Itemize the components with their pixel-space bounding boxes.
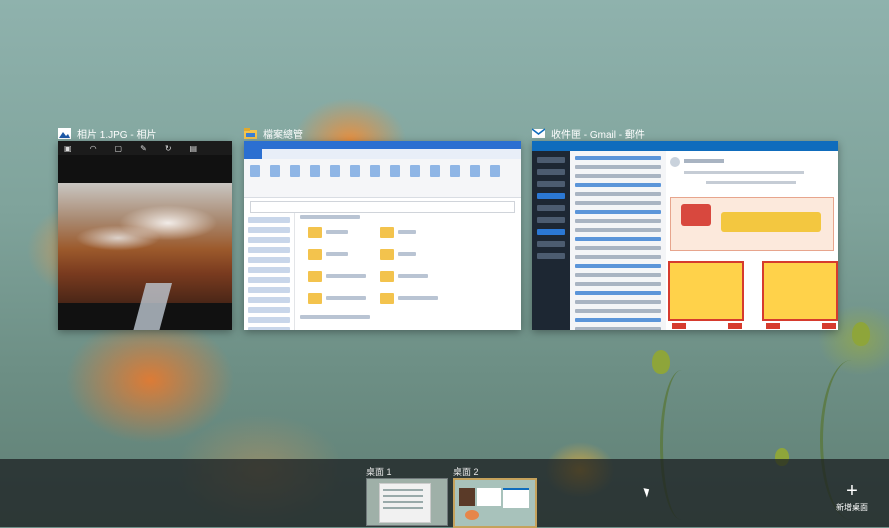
window-title-mail[interactable]: 收件匣 - Gmail - 郵件 (532, 125, 645, 141)
window-thumbnail-explorer[interactable] (244, 141, 521, 330)
mail-nav-pane (532, 151, 570, 330)
explorer-ribbon (244, 159, 521, 198)
photos-icon (58, 127, 71, 139)
delete-icon: ▤ (189, 143, 198, 153)
desktop-1-label: 桌面 1 (366, 467, 392, 477)
file-explorer-icon (244, 127, 257, 139)
rotate-icon: ↻ (164, 143, 172, 153)
mail-message-list (570, 151, 667, 330)
slideshow-icon: ▢ (114, 143, 123, 153)
mail-icon (532, 127, 545, 138)
mail-titlebar (532, 141, 838, 151)
new-desktop-label: 新增桌面 (836, 503, 868, 512)
explorer-titlebar (244, 141, 521, 149)
window-title-label: 收件匣 - Gmail - 郵件 (551, 129, 645, 141)
window-title-label: 相片 1.JPG - 相片 (77, 129, 157, 141)
desktop-2-thumbnail[interactable] (453, 478, 537, 528)
window-title-photos[interactable]: 相片 1.JPG - 相片 (58, 125, 156, 141)
plus-icon: + (846, 480, 858, 502)
river-shape (129, 283, 173, 330)
mail-reading-pane (666, 151, 838, 330)
explorer-address-bar (250, 201, 515, 213)
desktop-1-thumbnail[interactable] (366, 478, 448, 526)
explorer-nav-pane (244, 213, 295, 330)
new-desktop-button[interactable]: + 新增桌面 (832, 480, 872, 513)
window-thumbnail-photos[interactable]: ▣ ◠ ▢ ✎ ↻ ▤ (58, 141, 232, 330)
window-thumbnail-mail[interactable] (532, 141, 838, 330)
share-icon: ◠ (89, 143, 97, 153)
photo-landscape (58, 183, 232, 330)
photos-toolbar: ▣ ◠ ▢ ✎ ↻ ▤ (58, 141, 232, 155)
photo-icon: ▣ (64, 143, 72, 153)
mail-promo-card (668, 261, 744, 321)
mail-promo-card (762, 261, 838, 321)
explorer-content (300, 213, 515, 319)
explorer-ribbon-tabs (244, 149, 521, 159)
desktop-2-label: 桌面 2 (453, 467, 479, 477)
flower-bud (652, 350, 670, 374)
mail-promo-banner (670, 197, 834, 251)
edit-icon: ✎ (140, 143, 147, 153)
window-title-label: 檔案總管 (263, 129, 303, 141)
window-title-explorer[interactable]: 檔案總管 (244, 125, 303, 141)
flower-bud (852, 322, 870, 346)
